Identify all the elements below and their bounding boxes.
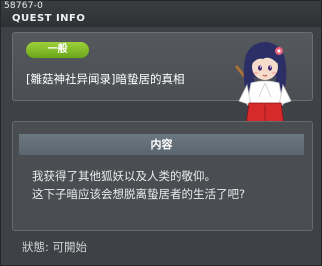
window-titlebar[interactable]: 58767-0 QUEST INFO	[1, 1, 321, 27]
quest-status: 狀態: 可開始	[22, 240, 88, 254]
quest-content-panel: 内容 我获得了其他狐妖以及人类的敬仰。 这下子暗应该会想脱离蛰居者的生活了吧?	[12, 121, 313, 231]
window-id: 58767-0	[4, 1, 44, 11]
content-header: 内容	[19, 134, 304, 155]
window-title: QUEST INFO	[12, 13, 86, 24]
quest-info-window: 58767-0 QUEST INFO 一般 [雛菇神社异闻录]暗蛰居的真相 内容…	[0, 0, 322, 266]
content-line: 这下子暗应该会想脱离蛰居者的生活了吧?	[32, 187, 246, 201]
content-line: 我获得了其他狐妖以及人类的敬仰。	[32, 169, 216, 183]
quest-name: [雛菇神社异闻录]暗蛰居的真相	[26, 72, 185, 86]
quest-category-badge: 一般	[26, 42, 89, 58]
